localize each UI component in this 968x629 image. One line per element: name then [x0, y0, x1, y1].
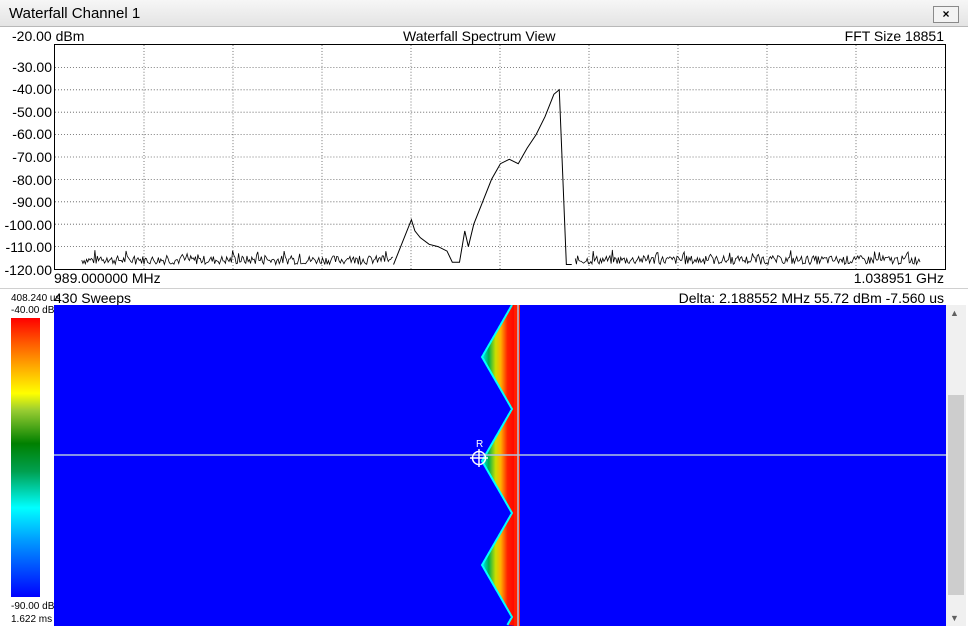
waterfall-scrollbar[interactable]: ▲ ▼ — [946, 305, 966, 626]
scroll-down-icon[interactable]: ▼ — [950, 613, 959, 623]
fft-size-label: FFT Size 18851 — [844, 28, 944, 44]
y-tick-label: -110.00 — [5, 239, 52, 256]
spectrum-trace — [393, 88, 572, 266]
spectrum-title: Waterfall Spectrum View — [403, 28, 556, 44]
ref-level-label: -20.00 dBm — [12, 28, 85, 44]
y-tick-label: -90.00 — [12, 194, 52, 211]
title-bar: Waterfall Channel 1 × — [0, 0, 968, 27]
spectrum-grid — [55, 45, 945, 269]
time-top-label: 408.240 us — [11, 293, 61, 304]
scroll-up-icon[interactable]: ▲ — [950, 308, 959, 318]
window-title: Waterfall Channel 1 — [9, 5, 141, 22]
y-tick-label: -40.00 — [12, 81, 52, 98]
scroll-thumb[interactable] — [948, 395, 964, 595]
color-scale-bar — [11, 318, 40, 597]
delta-readout: Delta: 2.188552 MHz 55.72 dBm -7.560 us — [678, 290, 944, 306]
noise-floor — [81, 249, 921, 266]
y-tick-label: -80.00 — [12, 171, 52, 188]
waterfall-plot[interactable]: R — [54, 305, 946, 626]
y-tick-label: -70.00 — [12, 149, 52, 165]
spectrum-plot[interactable] — [54, 44, 946, 270]
carrier-line — [514, 305, 520, 626]
x-start-label: 989.000000 MHz — [54, 270, 161, 286]
y-tick-label: -50.00 — [12, 103, 52, 120]
x-end-label: 1.038951 GHz — [853, 270, 944, 286]
sweeps-label: 430 Sweeps — [54, 290, 132, 306]
y-tick-label: -60.00 — [12, 126, 52, 143]
y-tick-label: -30.00 — [12, 58, 52, 75]
close-button[interactable]: × — [933, 6, 959, 23]
y-tick-label: -120.00 — [4, 262, 52, 278]
pane-divider[interactable] — [0, 288, 968, 289]
marker-label: R — [476, 439, 483, 450]
time-bottom-label: 1.622 ms — [11, 614, 53, 625]
y-tick-label: -100.00 — [4, 216, 52, 233]
